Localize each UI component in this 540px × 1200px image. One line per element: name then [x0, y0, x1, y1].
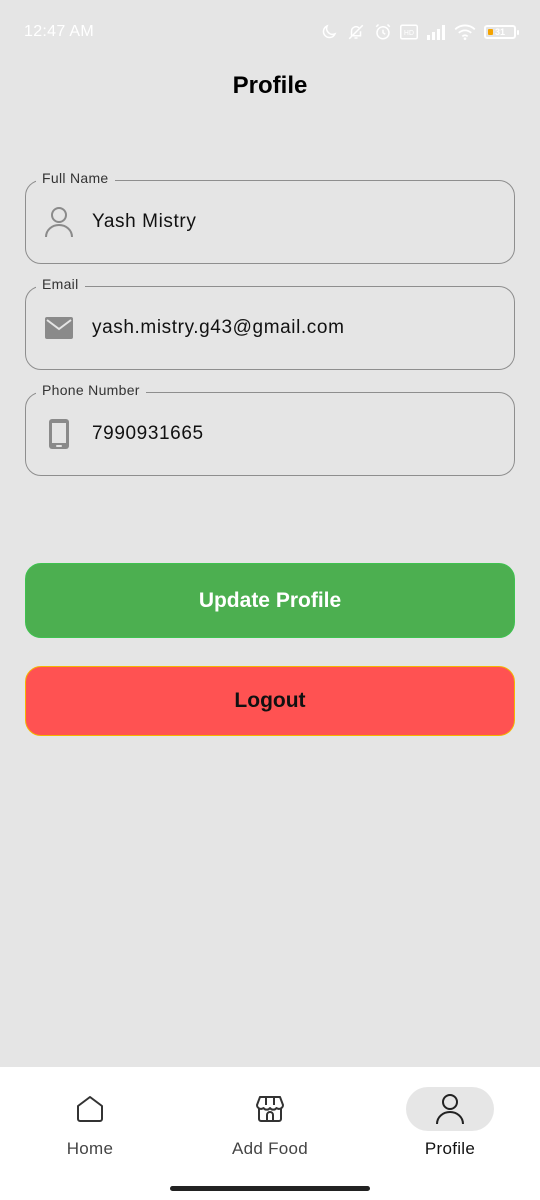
phone-value: 7990931665 — [92, 423, 204, 444]
phone-label: Phone Number — [36, 382, 146, 398]
volte-icon: HD — [400, 24, 418, 40]
status-time: 12:47 AM — [24, 23, 95, 40]
phone-icon — [44, 419, 74, 449]
nav-item-home[interactable]: Home — [0, 1087, 180, 1167]
home-icon — [77, 1096, 103, 1122]
mail-icon — [44, 313, 74, 343]
nav-home-indicator — [46, 1087, 134, 1131]
page-title: Profile — [232, 72, 308, 99]
status-icons: HD 31 — [320, 23, 519, 41]
wifi-icon — [454, 24, 476, 40]
full-name-field[interactable]: Full Name Yash Mistry — [25, 170, 515, 264]
battery-icon: 31 — [484, 25, 519, 39]
nav-label-profile: Profile — [424, 1139, 476, 1158]
alarm-icon — [375, 23, 391, 40]
nav-item-add-food[interactable]: Add Food — [180, 1087, 360, 1167]
email-label: Email — [36, 276, 85, 292]
svg-text:HD: HD — [404, 29, 414, 37]
nav-label-add-food: Add Food — [231, 1139, 309, 1158]
home-indicator-bar[interactable] — [170, 1186, 370, 1191]
moon-icon — [322, 24, 337, 39]
store-icon — [256, 1096, 284, 1122]
nav-profile-indicator — [406, 1087, 494, 1131]
full-name-label: Full Name — [36, 170, 115, 186]
person-icon — [44, 207, 74, 238]
bell-off-icon — [348, 24, 364, 40]
phone-field[interactable]: Phone Number 7990931665 — [25, 382, 515, 476]
nav-label-home: Home — [66, 1139, 114, 1158]
signal-icon — [427, 25, 445, 40]
update-profile-button[interactable]: Update Profile — [25, 563, 515, 638]
bottom-navigation: Home Add Food Profile — [0, 1067, 540, 1200]
status-bar: 12:47 AM HD 31 — [0, 0, 540, 64]
nav-add-food-indicator — [226, 1087, 314, 1131]
full-name-value: Yash Mistry — [92, 211, 197, 232]
email-value: yash.mistry.g43@gmail.com — [92, 317, 345, 338]
logout-button[interactable]: Logout — [25, 666, 515, 736]
email-field[interactable]: Email yash.mistry.g43@gmail.com — [25, 276, 515, 370]
person-icon — [436, 1094, 464, 1125]
battery-level: 31 — [495, 27, 506, 37]
nav-item-profile[interactable]: Profile — [360, 1087, 540, 1167]
